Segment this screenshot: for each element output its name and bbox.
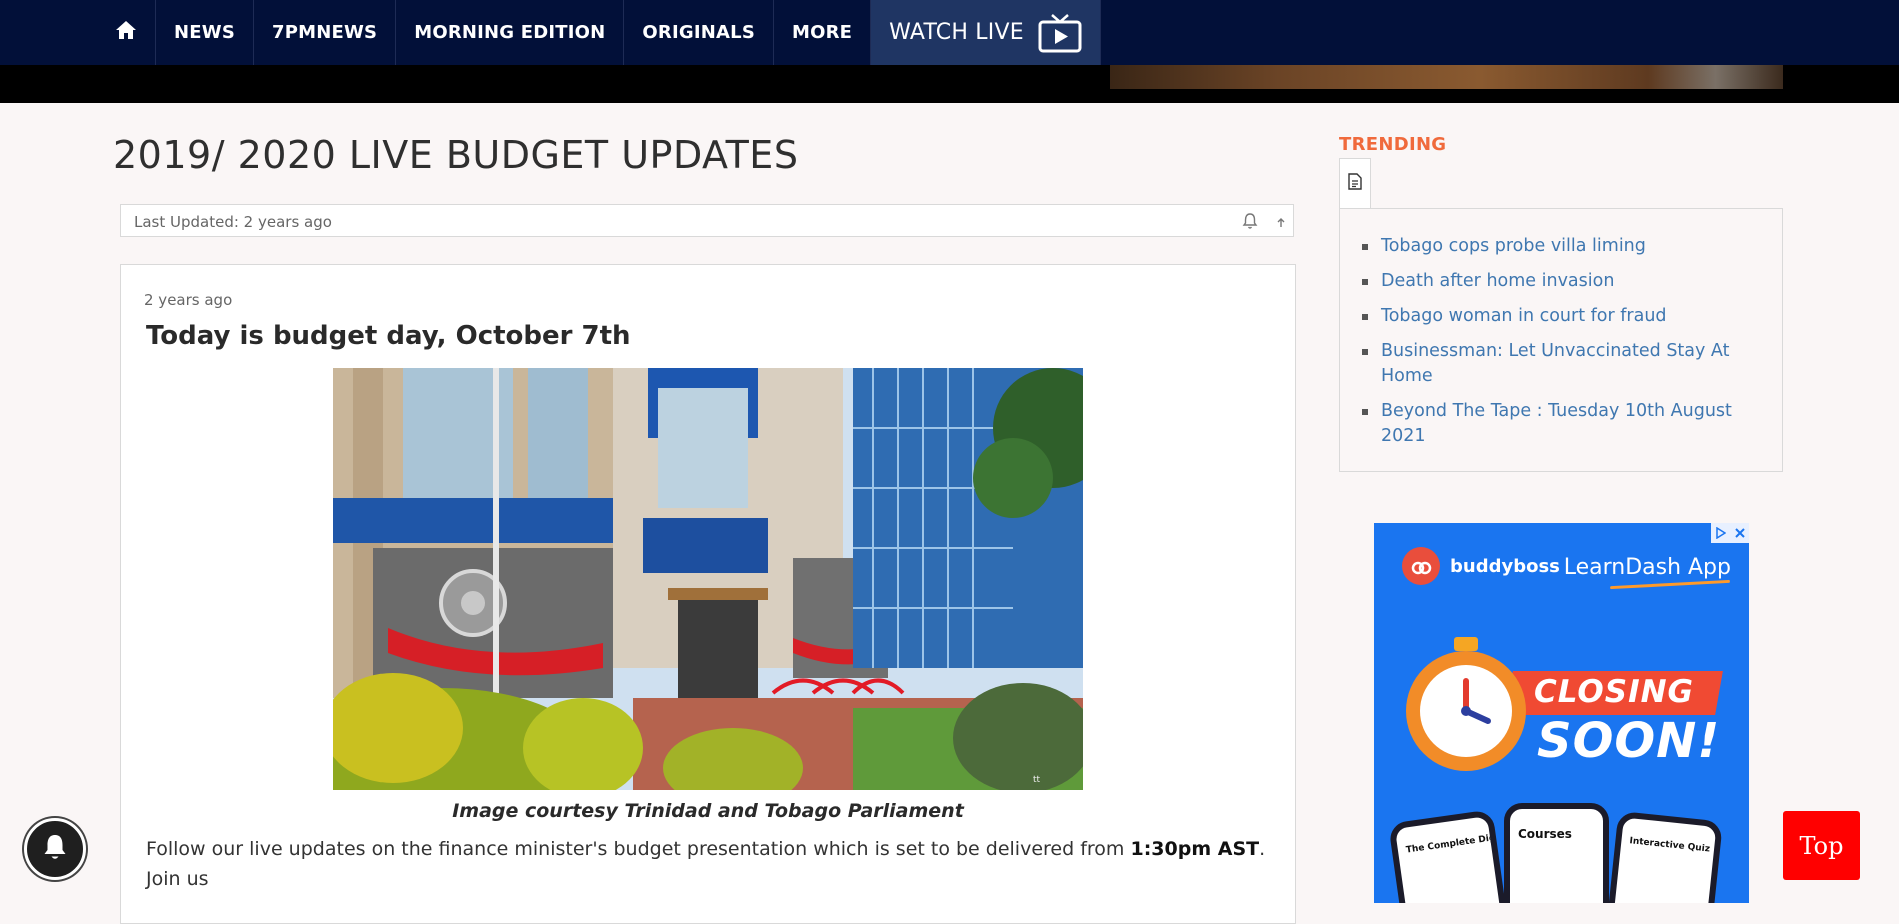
notification-button[interactable] xyxy=(24,818,86,880)
phone-text-2: Courses xyxy=(1518,827,1572,841)
post-body-prefix: Follow our live updates on the finance m… xyxy=(146,838,1131,860)
bell-icon xyxy=(41,832,69,866)
trending-link[interactable]: Beyond The Tape : Tuesday 10th August 20… xyxy=(1381,401,1732,446)
arrow-up-icon[interactable] xyxy=(1274,212,1292,230)
phone-text-1: The Complete Digital Marketing Course xyxy=(1405,818,1509,856)
header-photo xyxy=(1110,65,1783,89)
home-icon xyxy=(115,20,137,45)
ad-underline xyxy=(1610,579,1730,590)
post-body: Follow our live updates on the finance m… xyxy=(146,834,1266,894)
buddyboss-logo-icon xyxy=(1402,547,1440,585)
trending-link[interactable]: Businessman: Let Unvaccinated Stay At Ho… xyxy=(1381,341,1729,386)
ad-brand: buddyboss xyxy=(1402,547,1560,585)
list-item: Beyond The Tape : Tuesday 10th August 20… xyxy=(1362,399,1762,449)
back-to-top-button[interactable]: Top xyxy=(1783,811,1860,880)
main-nav: NEWS 7PMNEWS MORNING EDITION ORIGINALS M… xyxy=(110,0,1101,65)
advertisement[interactable]: buddyboss LearnDash App CLOSING SOON! Th… xyxy=(1374,523,1749,903)
header-image-strip xyxy=(0,65,1899,103)
adchoices-icon[interactable] xyxy=(1711,523,1730,543)
ad-controls xyxy=(1711,523,1749,543)
bell-icon[interactable] xyxy=(1242,212,1260,230)
nav-home[interactable] xyxy=(110,0,156,65)
stopwatch-icon xyxy=(1396,633,1536,777)
live-status-bar: Last Updated: 2 years ago xyxy=(120,204,1294,237)
tv-play-icon xyxy=(1038,13,1082,53)
nav-originals[interactable]: ORIGINALS xyxy=(624,0,774,65)
page-title: 2019/ 2020 LIVE BUDGET UPDATES xyxy=(113,133,799,177)
phone-mockup-1: The Complete Digital Marketing Course xyxy=(1388,809,1509,903)
close-icon[interactable] xyxy=(1730,523,1749,543)
last-updated-text: Last Updated: 2 years ago xyxy=(134,213,332,231)
image-caption: Image courtesy Trinidad and Tobago Parli… xyxy=(452,800,964,822)
list-item: Death after home invasion xyxy=(1362,269,1762,294)
list-item: Tobago woman in court for fraud xyxy=(1362,304,1762,329)
photo-watermark: tt xyxy=(1033,775,1041,785)
post-body-time: 1:30pm AST xyxy=(1130,838,1260,860)
trending-link[interactable]: Death after home invasion xyxy=(1381,271,1614,291)
ad-headline-2: SOON! xyxy=(1537,713,1721,769)
nav-watch-live[interactable]: WATCH LIVE xyxy=(871,0,1101,65)
nav-more[interactable]: MORE xyxy=(774,0,872,65)
nav-morning-edition[interactable]: MORNING EDITION xyxy=(396,0,625,65)
ad-app-name: LearnDash App xyxy=(1563,555,1731,580)
post-timestamp: 2 years ago xyxy=(144,291,233,309)
ad-brand-name: buddyboss xyxy=(1450,555,1560,577)
phone-mockup-3: Interactive Quiz xyxy=(1606,810,1723,903)
list-item: Tobago cops probe villa liming xyxy=(1362,234,1762,259)
top-navigation-bar: NEWS 7PMNEWS MORNING EDITION ORIGINALS M… xyxy=(0,0,1899,65)
parliament-photo: tt xyxy=(333,368,1083,790)
trending-heading: TRENDING xyxy=(1339,134,1447,155)
document-icon xyxy=(1348,173,1362,194)
trending-link[interactable]: Tobago cops probe villa liming xyxy=(1381,236,1646,256)
watch-live-label: WATCH LIVE xyxy=(889,20,1024,45)
trending-tab[interactable] xyxy=(1339,158,1371,208)
phone-mockup-2: Courses xyxy=(1504,803,1609,903)
trending-link[interactable]: Tobago woman in court for fraud xyxy=(1381,306,1667,326)
trending-list-box: Tobago cops probe villa liming Death aft… xyxy=(1339,208,1783,472)
nav-news[interactable]: NEWS xyxy=(156,0,254,65)
phone-text-3: Interactive Quiz xyxy=(1628,836,1711,855)
trending-list: Tobago cops probe villa liming Death aft… xyxy=(1362,234,1762,459)
post-heading: Today is budget day, October 7th xyxy=(146,321,631,351)
nav-7pmnews[interactable]: 7PMNEWS xyxy=(254,0,397,65)
list-item: Businessman: Let Unvaccinated Stay At Ho… xyxy=(1362,339,1762,389)
live-post-card: 2 years ago Today is budget day, October… xyxy=(120,264,1296,924)
ad-headline-1: CLOSING xyxy=(1534,674,1695,710)
